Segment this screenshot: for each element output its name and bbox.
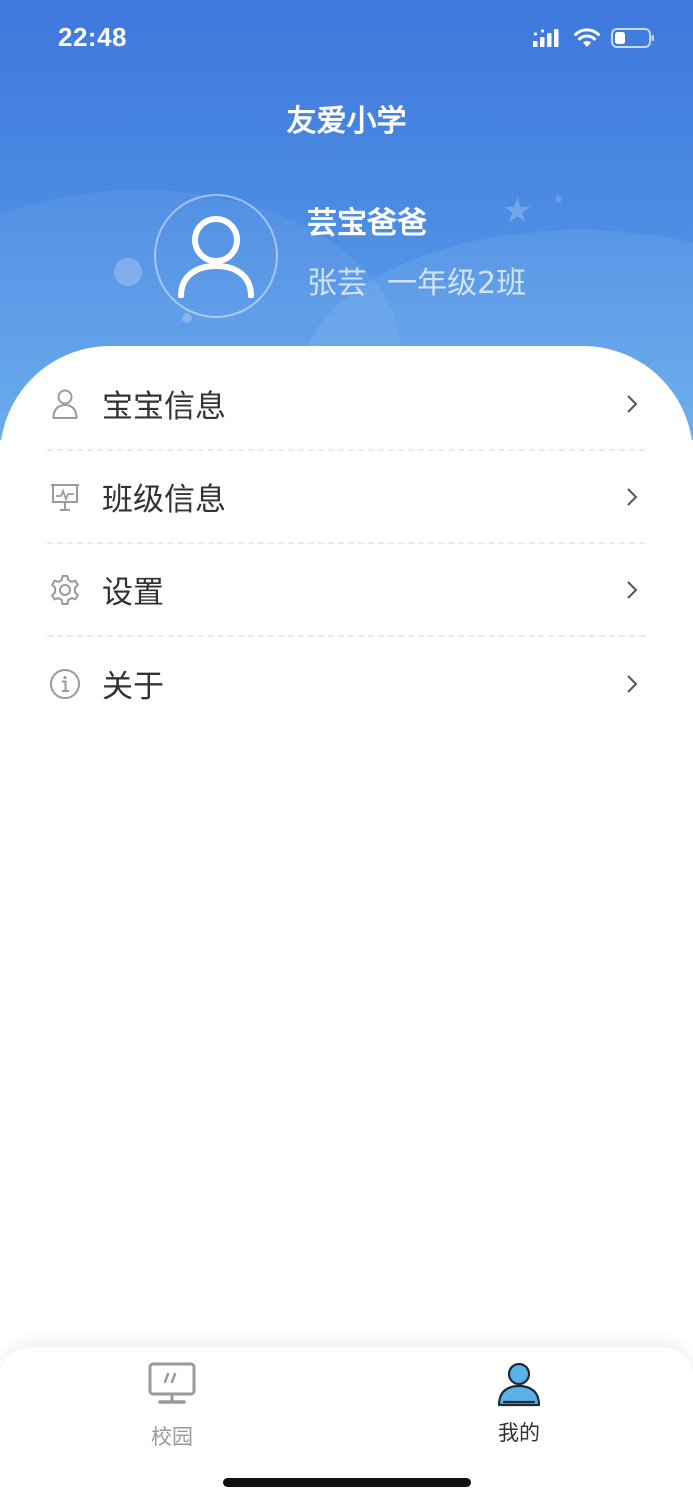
battery-icon [611,28,654,48]
person-icon [48,387,82,421]
chevron-right-icon [627,487,638,506]
chevron-right-icon [627,394,638,413]
tab-campus[interactable]: 校园 [112,1361,232,1451]
menu-card: 宝宝信息 班级信息 设置 关于 [0,346,693,1356]
decorative-bubble [182,313,192,323]
home-indicator [223,1478,471,1487]
menu-item-label: 班级信息 [102,482,226,518]
chevron-right-icon [627,580,638,599]
class-name: 一年级2班 [387,266,527,301]
wifi-icon [574,28,600,47]
avatar[interactable] [154,194,278,318]
user-avatar-icon [178,216,254,298]
status-time: 22:48 [58,22,127,52]
decorative-bubble [114,258,142,286]
tab-label: 校园 [151,1425,193,1449]
status-bar: 22:48 [0,0,693,76]
gear-icon [48,573,82,607]
menu-item-about[interactable]: 关于 [47,637,645,730]
menu-item-label: 设置 [102,575,164,611]
app-title: 友爱小学 [286,104,407,139]
user-display-name: 芸宝爸爸 [307,206,427,241]
tab-mine[interactable]: 我的 [459,1361,579,1447]
presentation-board-icon [48,480,82,514]
menu-item-label: 关于 [102,669,164,705]
info-icon [48,667,82,701]
profile-menu: 宝宝信息 班级信息 设置 关于 [47,358,645,730]
user-subtitle: 张芸 一年级2班 [307,258,526,302]
tab-label: 我的 [498,1421,540,1445]
menu-item-label: 宝宝信息 [102,389,226,425]
menu-item-class-info[interactable]: 班级信息 [47,451,645,544]
cellular-signal-icon [533,29,559,47]
status-icons [533,26,655,50]
menu-item-baby-info[interactable]: 宝宝信息 [47,358,645,451]
monitor-icon [148,1362,196,1404]
menu-item-settings[interactable]: 设置 [47,544,645,637]
child-name: 张芸 [307,266,367,301]
chevron-right-icon [627,674,638,693]
user-profile-icon [497,1362,541,1407]
star-decoration-icon: ★ [502,191,533,231]
star-decoration-icon: ★ [553,192,564,206]
